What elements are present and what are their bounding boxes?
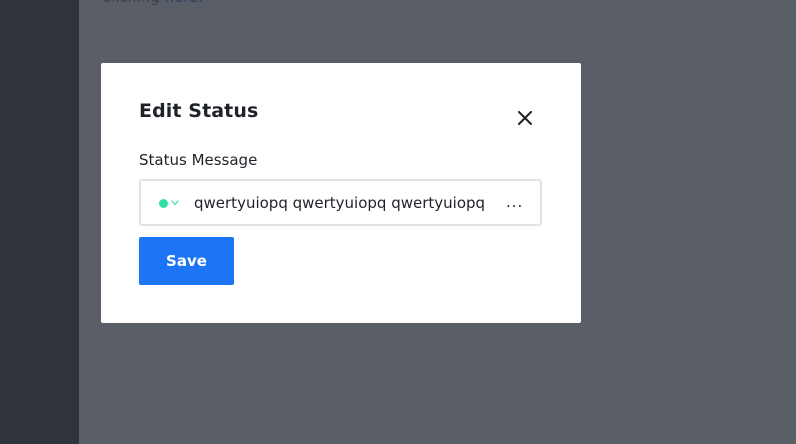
close-icon [518, 111, 532, 125]
chevron-down-icon [171, 199, 179, 207]
background-text-prefix: clicking [103, 0, 164, 6]
status-message-label: Status Message [139, 151, 258, 169]
close-button[interactable] [513, 106, 537, 130]
status-message-value[interactable]: qwertyuiopq qwertyuiopq qwertyuiopq [194, 194, 494, 212]
status-online-dot-icon [159, 198, 168, 208]
edit-status-modal: Edit Status Status Message qwertyuiopq q… [101, 63, 581, 323]
status-type-dropdown[interactable] [159, 195, 183, 211]
background-text-suffix: . [198, 0, 203, 6]
modal-title: Edit Status [139, 100, 259, 122]
save-button[interactable]: Save [139, 237, 234, 285]
background-link[interactable]: here [164, 0, 198, 6]
status-message-input[interactable]: qwertyuiopq qwertyuiopq qwertyuiopq ... [139, 179, 542, 226]
background-text: clicking here. [103, 0, 203, 6]
left-sidebar [0, 0, 79, 444]
overflow-ellipsis: ... [506, 193, 524, 211]
